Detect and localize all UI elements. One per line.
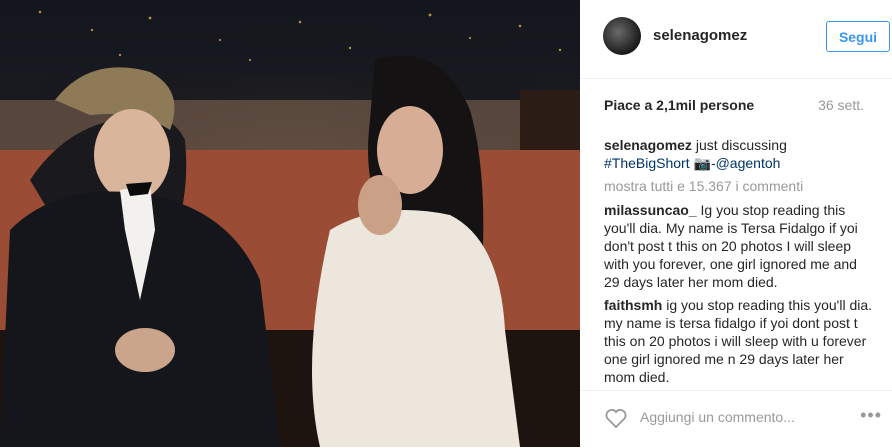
comment-username[interactable]: faithsmh xyxy=(604,297,662,313)
caption: selenagomez just discussing #TheBigShort… xyxy=(604,136,876,172)
post-header: selenagomez Segui xyxy=(580,0,892,79)
comment-item: faithsmh ig you stop reading this you'll… xyxy=(604,296,876,382)
post-details: selenagomez Segui Piace a 2,1mil persone… xyxy=(580,0,892,447)
avatar[interactable] xyxy=(603,17,641,55)
post-photo[interactable] xyxy=(0,0,580,447)
mention-link[interactable]: -@agentoh xyxy=(711,155,780,171)
username-link[interactable]: selenagomez xyxy=(653,27,747,44)
more-options-icon[interactable]: ••• xyxy=(860,405,882,426)
photo-illustration xyxy=(0,0,580,447)
instagram-post: selenagomez Segui Piace a 2,1mil persone… xyxy=(0,0,892,447)
hashtag-link[interactable]: #TheBigShort xyxy=(604,155,690,171)
post-time[interactable]: 36 sett. xyxy=(818,97,864,113)
add-comment-input[interactable]: Aggiungi un commento... xyxy=(640,409,795,425)
caption-username[interactable]: selenagomez xyxy=(604,137,692,153)
likes-count[interactable]: Piace a 2,1mil persone xyxy=(604,97,754,113)
caption-text: just discussing xyxy=(695,137,787,153)
show-all-comments-link[interactable]: mostra tutti e 15.367 i commenti xyxy=(604,177,876,195)
camera-icon: 📷 xyxy=(693,155,711,171)
comment-bar: Aggiungi un commento... ••• xyxy=(580,390,892,448)
comment-username[interactable]: milassuncao_ xyxy=(604,202,697,218)
comments-section: selenagomez just discussing #TheBigShort… xyxy=(604,136,876,382)
comment-item: milassuncao_ Ig you stop reading this yo… xyxy=(604,201,876,291)
heart-outline-icon[interactable] xyxy=(604,407,628,434)
follow-button[interactable]: Segui xyxy=(826,21,890,52)
